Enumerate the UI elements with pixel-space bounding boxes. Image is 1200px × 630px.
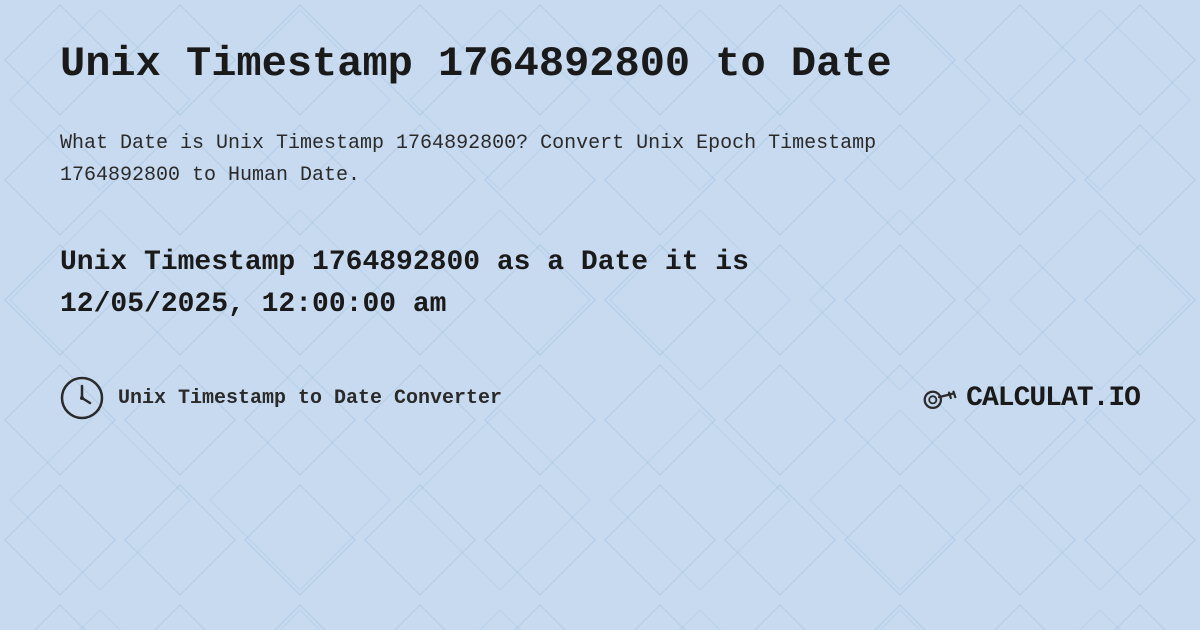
clock-icon — [60, 376, 104, 420]
description-text: What Date is Unix Timestamp 1764892800? … — [60, 128, 960, 192]
logo-area[interactable]: CALCULAT.IO — [922, 380, 1140, 416]
footer: Unix Timestamp to Date Converter CALCULA… — [60, 376, 1140, 420]
result-text: Unix Timestamp 1764892800 as a Date it i… — [60, 242, 1140, 326]
result-section: Unix Timestamp 1764892800 as a Date it i… — [60, 242, 1140, 326]
result-line1: Unix Timestamp 1764892800 as a Date it i… — [60, 247, 749, 278]
logo-text: CALCULAT.IO — [966, 383, 1140, 414]
page-title: Unix Timestamp 1764892800 to Date — [60, 40, 1140, 88]
logo-icon — [922, 380, 958, 416]
footer-left[interactable]: Unix Timestamp to Date Converter — [60, 376, 502, 420]
result-line2: 12/05/2025, 12:00:00 am — [60, 289, 446, 320]
footer-link-text[interactable]: Unix Timestamp to Date Converter — [118, 387, 502, 410]
